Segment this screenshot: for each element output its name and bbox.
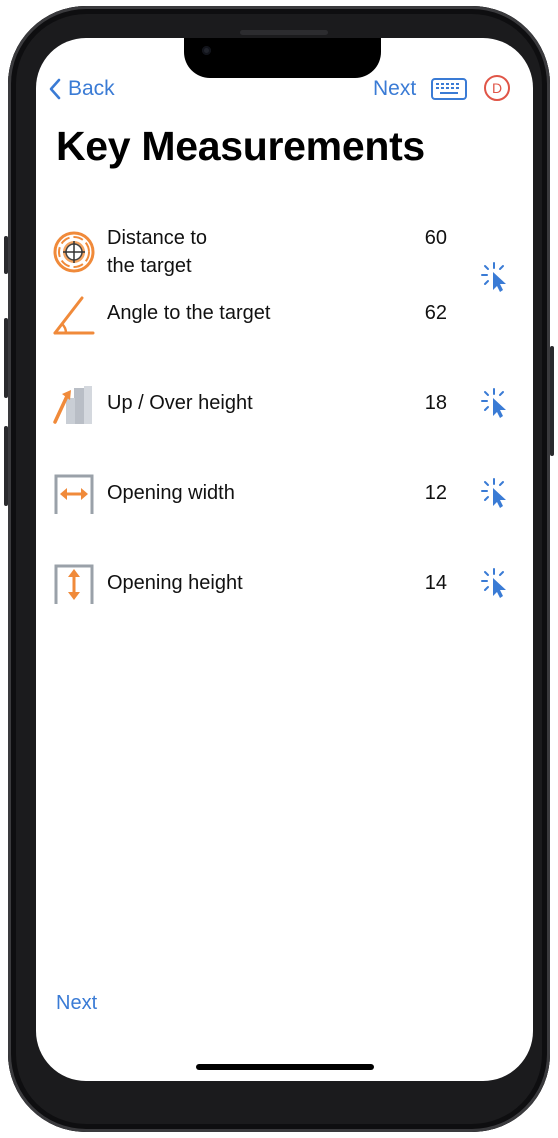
- back-label: Back: [68, 77, 115, 100]
- measurement-value: 62: [424, 302, 447, 324]
- page-title: Key Measurements: [56, 123, 425, 169]
- home-indicator[interactable]: [196, 1064, 374, 1070]
- opening-width-icon: [54, 474, 94, 514]
- avatar[interactable]: D: [484, 75, 510, 101]
- notch: [184, 30, 381, 78]
- measurement-value: 14: [424, 572, 447, 594]
- tap-to-measure-icon[interactable]: [480, 260, 514, 294]
- volume-down-button: [4, 426, 8, 506]
- screen: Back Next D Key Measurements Distance to…: [36, 38, 533, 1081]
- tap-to-measure-icon[interactable]: [480, 476, 514, 510]
- top-nav-bar: Back Next D: [36, 74, 533, 104]
- measurement-row-opening-height[interactable]: Opening height 14: [36, 562, 533, 606]
- measurement-value: 60: [424, 227, 447, 249]
- tap-to-measure-icon[interactable]: [480, 386, 514, 420]
- back-button[interactable]: Back: [48, 74, 115, 104]
- measurement-row-angle[interactable]: Angle to the target 62: [36, 294, 533, 338]
- angle-icon: [53, 296, 95, 335]
- keyboard-icon[interactable]: [431, 78, 467, 100]
- up-over-icon: [53, 386, 92, 424]
- chevron-left-icon: [49, 78, 61, 100]
- measurement-label: Opening width: [107, 482, 235, 504]
- measurement-row-up-over[interactable]: Up / Over height 18: [36, 382, 533, 426]
- measurement-row-distance[interactable]: Distance to the target 60: [36, 224, 533, 284]
- next-button-bottom[interactable]: Next: [56, 992, 97, 1015]
- speaker-grille: [240, 30, 328, 35]
- measurement-row-opening-width[interactable]: Opening width 12: [36, 472, 533, 516]
- tap-to-measure-icon[interactable]: [480, 566, 514, 600]
- front-camera: [202, 46, 211, 55]
- next-button-top[interactable]: Next: [373, 74, 416, 104]
- measurement-value: 18: [424, 392, 447, 414]
- target-icon: [53, 231, 95, 273]
- opening-height-icon: [54, 564, 94, 604]
- measurement-label-line1: Distance to: [107, 227, 208, 249]
- measurement-label: Distance to the target: [107, 224, 207, 280]
- power-button: [550, 346, 554, 456]
- measurement-label: Up / Over height: [107, 392, 253, 414]
- measurement-label: Angle to the target: [107, 302, 271, 324]
- measurement-value: 12: [424, 482, 447, 504]
- measurement-label-line2: the target: [107, 255, 192, 277]
- measurement-label: Opening height: [107, 572, 243, 594]
- volume-up-button: [4, 318, 8, 398]
- silent-switch: [4, 236, 8, 274]
